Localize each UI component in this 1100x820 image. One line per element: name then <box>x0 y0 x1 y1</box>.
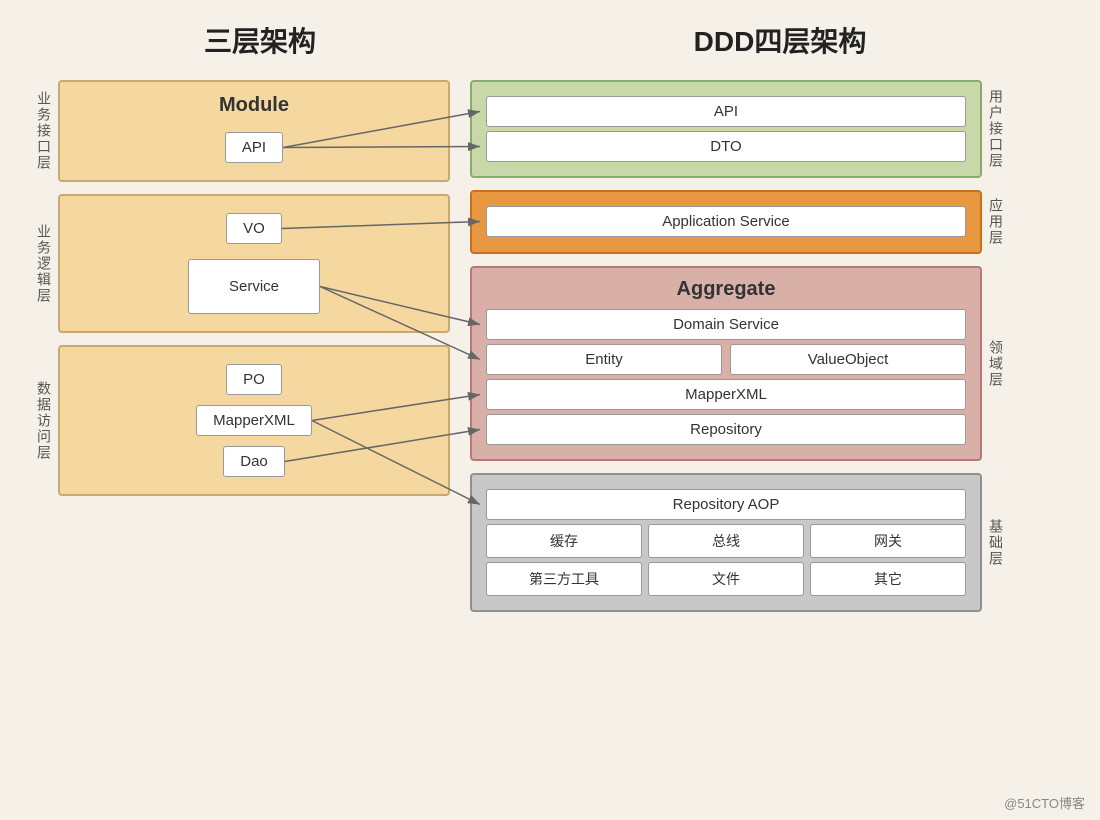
watermark: @51CTO博客 <box>1004 793 1085 812</box>
right-dto-box: DTO <box>486 131 966 162</box>
left-side: 业务接口层 Module API 业务逻辑层 VO Service <box>30 80 450 612</box>
right-file-box: 文件 <box>648 562 804 596</box>
right-gateway-box: 网关 <box>810 524 966 558</box>
layer-label-domain: 领域层 <box>982 266 1010 461</box>
left-mapperxml-box: MapperXML <box>196 405 312 436</box>
layer-app: Application Service 应用层 <box>470 190 1010 254</box>
left-po-box: PO <box>226 364 282 395</box>
layer-biz-interface: 业务接口层 Module API <box>30 80 450 182</box>
left-api-box: API <box>225 132 283 163</box>
right-valueobject-box: ValueObject <box>730 344 966 375</box>
layer-domain: Aggregate Domain Service Entity ValueObj… <box>470 266 1010 461</box>
module-title: Module <box>219 94 289 117</box>
aggregate-title: Aggregate <box>486 278 966 301</box>
right-api-box: API <box>486 96 966 127</box>
left-vo-box: VO <box>226 213 282 244</box>
layer-box-data-access: PO MapperXML Dao <box>58 345 450 496</box>
r-box-infra: Repository AOP 缓存 总线 网关 第三方工具 文件 其它 <box>470 473 982 612</box>
r-box-user-interface: API DTO <box>470 80 982 178</box>
layer-user-interface: API DTO 用户接口层 <box>470 80 1010 178</box>
layer-label-biz-interface: 业务接口层 <box>30 80 58 182</box>
right-domainservice-box: Domain Service <box>486 309 966 340</box>
right-bus-box: 总线 <box>648 524 804 558</box>
main-container: 三层架构 DDD四层架构 业务接口层 Module API 业务逻辑层 <box>0 0 1100 820</box>
right-mapperxml-box: MapperXML <box>486 379 966 410</box>
layer-data-access: 数据访问层 PO MapperXML Dao <box>30 345 450 496</box>
diagram-area: 业务接口层 Module API 业务逻辑层 VO Service <box>30 80 1070 612</box>
layer-box-biz-logic: VO Service <box>58 194 450 333</box>
right-side: API DTO 用户接口层 Application Service 应用层 Ag… <box>470 80 1010 612</box>
r-box-app: Application Service <box>470 190 982 254</box>
layer-infra: Repository AOP 缓存 总线 网关 第三方工具 文件 其它 基础层 <box>470 473 1010 612</box>
left-service-box: Service <box>188 259 320 314</box>
layer-box-biz-interface: Module API <box>58 80 450 182</box>
layer-label-biz-logic: 业务逻辑层 <box>30 194 58 333</box>
layer-label-user-interface: 用户接口层 <box>982 80 1010 178</box>
right-repository-box: Repository <box>486 414 966 445</box>
layer-label-infra: 基础层 <box>982 473 1010 612</box>
right-other-box: 其它 <box>810 562 966 596</box>
title-right: DDD四层架构 <box>530 20 1030 60</box>
right-appservice-box: Application Service <box>486 206 966 237</box>
r-box-domain: Aggregate Domain Service Entity ValueObj… <box>470 266 982 461</box>
layer-label-app: 应用层 <box>982 190 1010 254</box>
right-entity-box: Entity <box>486 344 722 375</box>
right-repoaop-box: Repository AOP <box>486 489 966 520</box>
left-dao-box: Dao <box>223 446 285 477</box>
titles-row: 三层架构 DDD四层架构 <box>30 20 1070 60</box>
right-cache-box: 缓存 <box>486 524 642 558</box>
layer-biz-logic: 业务逻辑层 VO Service <box>30 194 450 333</box>
title-left: 三层架构 <box>70 20 450 60</box>
layer-label-data-access: 数据访问层 <box>30 345 58 496</box>
right-thirdparty-box: 第三方工具 <box>486 562 642 596</box>
